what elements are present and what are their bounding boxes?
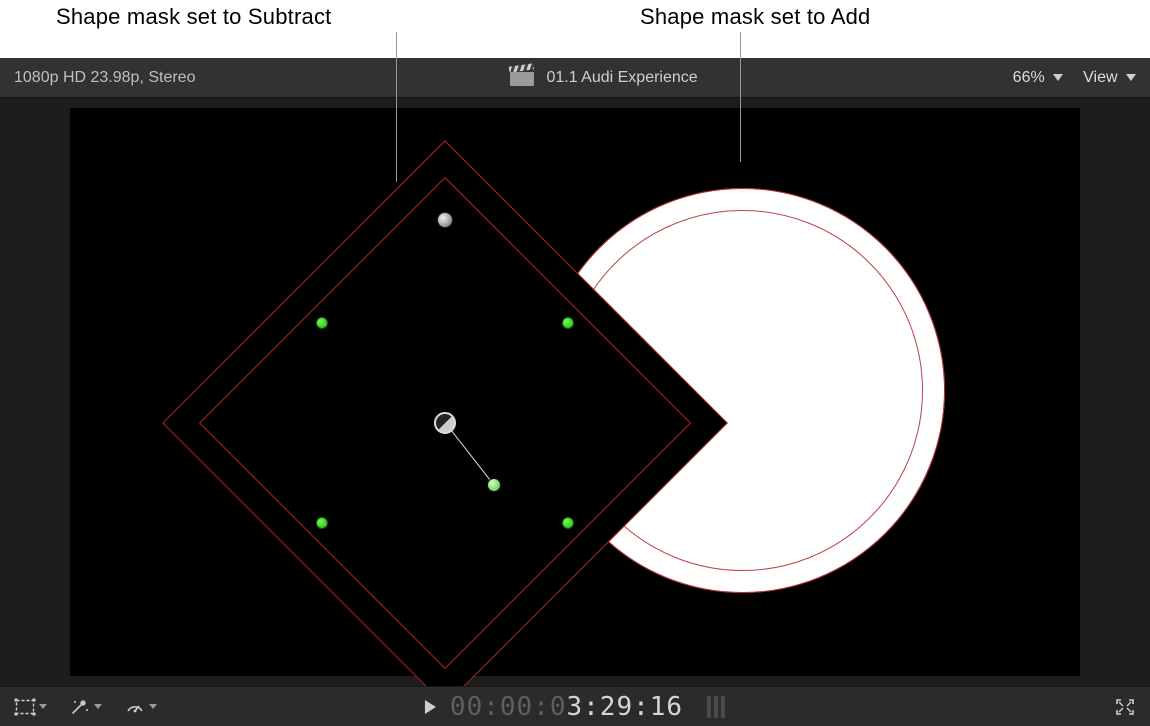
annotation-leader-subtract [396, 32, 397, 182]
annotation-add-label: Shape mask set to Add [640, 4, 870, 30]
transform-tool-icon [14, 698, 36, 716]
enhancements-dropdown[interactable] [69, 697, 102, 717]
annotation-strip: Shape mask set to Subtract Shape mask se… [0, 0, 1150, 58]
mask-add-outer-outline [540, 188, 945, 593]
retime-dropdown[interactable] [124, 697, 157, 717]
chevron-down-icon [149, 704, 157, 709]
play-button[interactable] [425, 700, 436, 714]
timecode-display[interactable]: 00:00:03:29:16 [450, 692, 683, 722]
audio-skimming-indicator [707, 696, 725, 718]
transform-tool-dropdown[interactable] [14, 698, 47, 716]
zoom-value: 66% [1013, 69, 1045, 86]
view-label: View [1083, 69, 1117, 86]
viewer-toolbar: 1080p HD 23.98p, Stereo 01.1 Audi Experi… [0, 58, 1150, 98]
chevron-down-icon [1126, 74, 1136, 81]
format-label: 1080p HD 23.98p, Stereo [14, 69, 195, 87]
fullscreen-button[interactable] [1114, 697, 1136, 717]
annotation-leader-add [740, 32, 741, 162]
clip-title-group[interactable]: 01.1 Audi Experience [195, 69, 1012, 87]
annotation-subtract-label: Shape mask set to Subtract [56, 4, 331, 30]
chevron-down-icon [1053, 74, 1063, 81]
viewer-canvas[interactable] [0, 98, 1150, 686]
chevron-down-icon [39, 704, 47, 709]
view-dropdown[interactable]: View [1083, 69, 1136, 87]
shape-mask-add[interactable] [540, 188, 945, 593]
clip-name: 01.1 Audi Experience [546, 69, 697, 87]
retime-dial-icon [124, 697, 146, 717]
fullscreen-icon [1114, 697, 1136, 717]
viewer-panel: 1080p HD 23.98p, Stereo 01.1 Audi Experi… [0, 58, 1150, 726]
playback-bar: 00:00:03:29:16 [0, 686, 1150, 726]
chevron-down-icon [94, 704, 102, 709]
timecode-dim: 00:00:0 [450, 692, 567, 722]
magic-wand-icon [69, 697, 91, 717]
timecode-lit: 3:29:16 [567, 692, 684, 722]
clapperboard-icon [510, 69, 534, 86]
zoom-dropdown[interactable]: 66% [1013, 69, 1063, 87]
